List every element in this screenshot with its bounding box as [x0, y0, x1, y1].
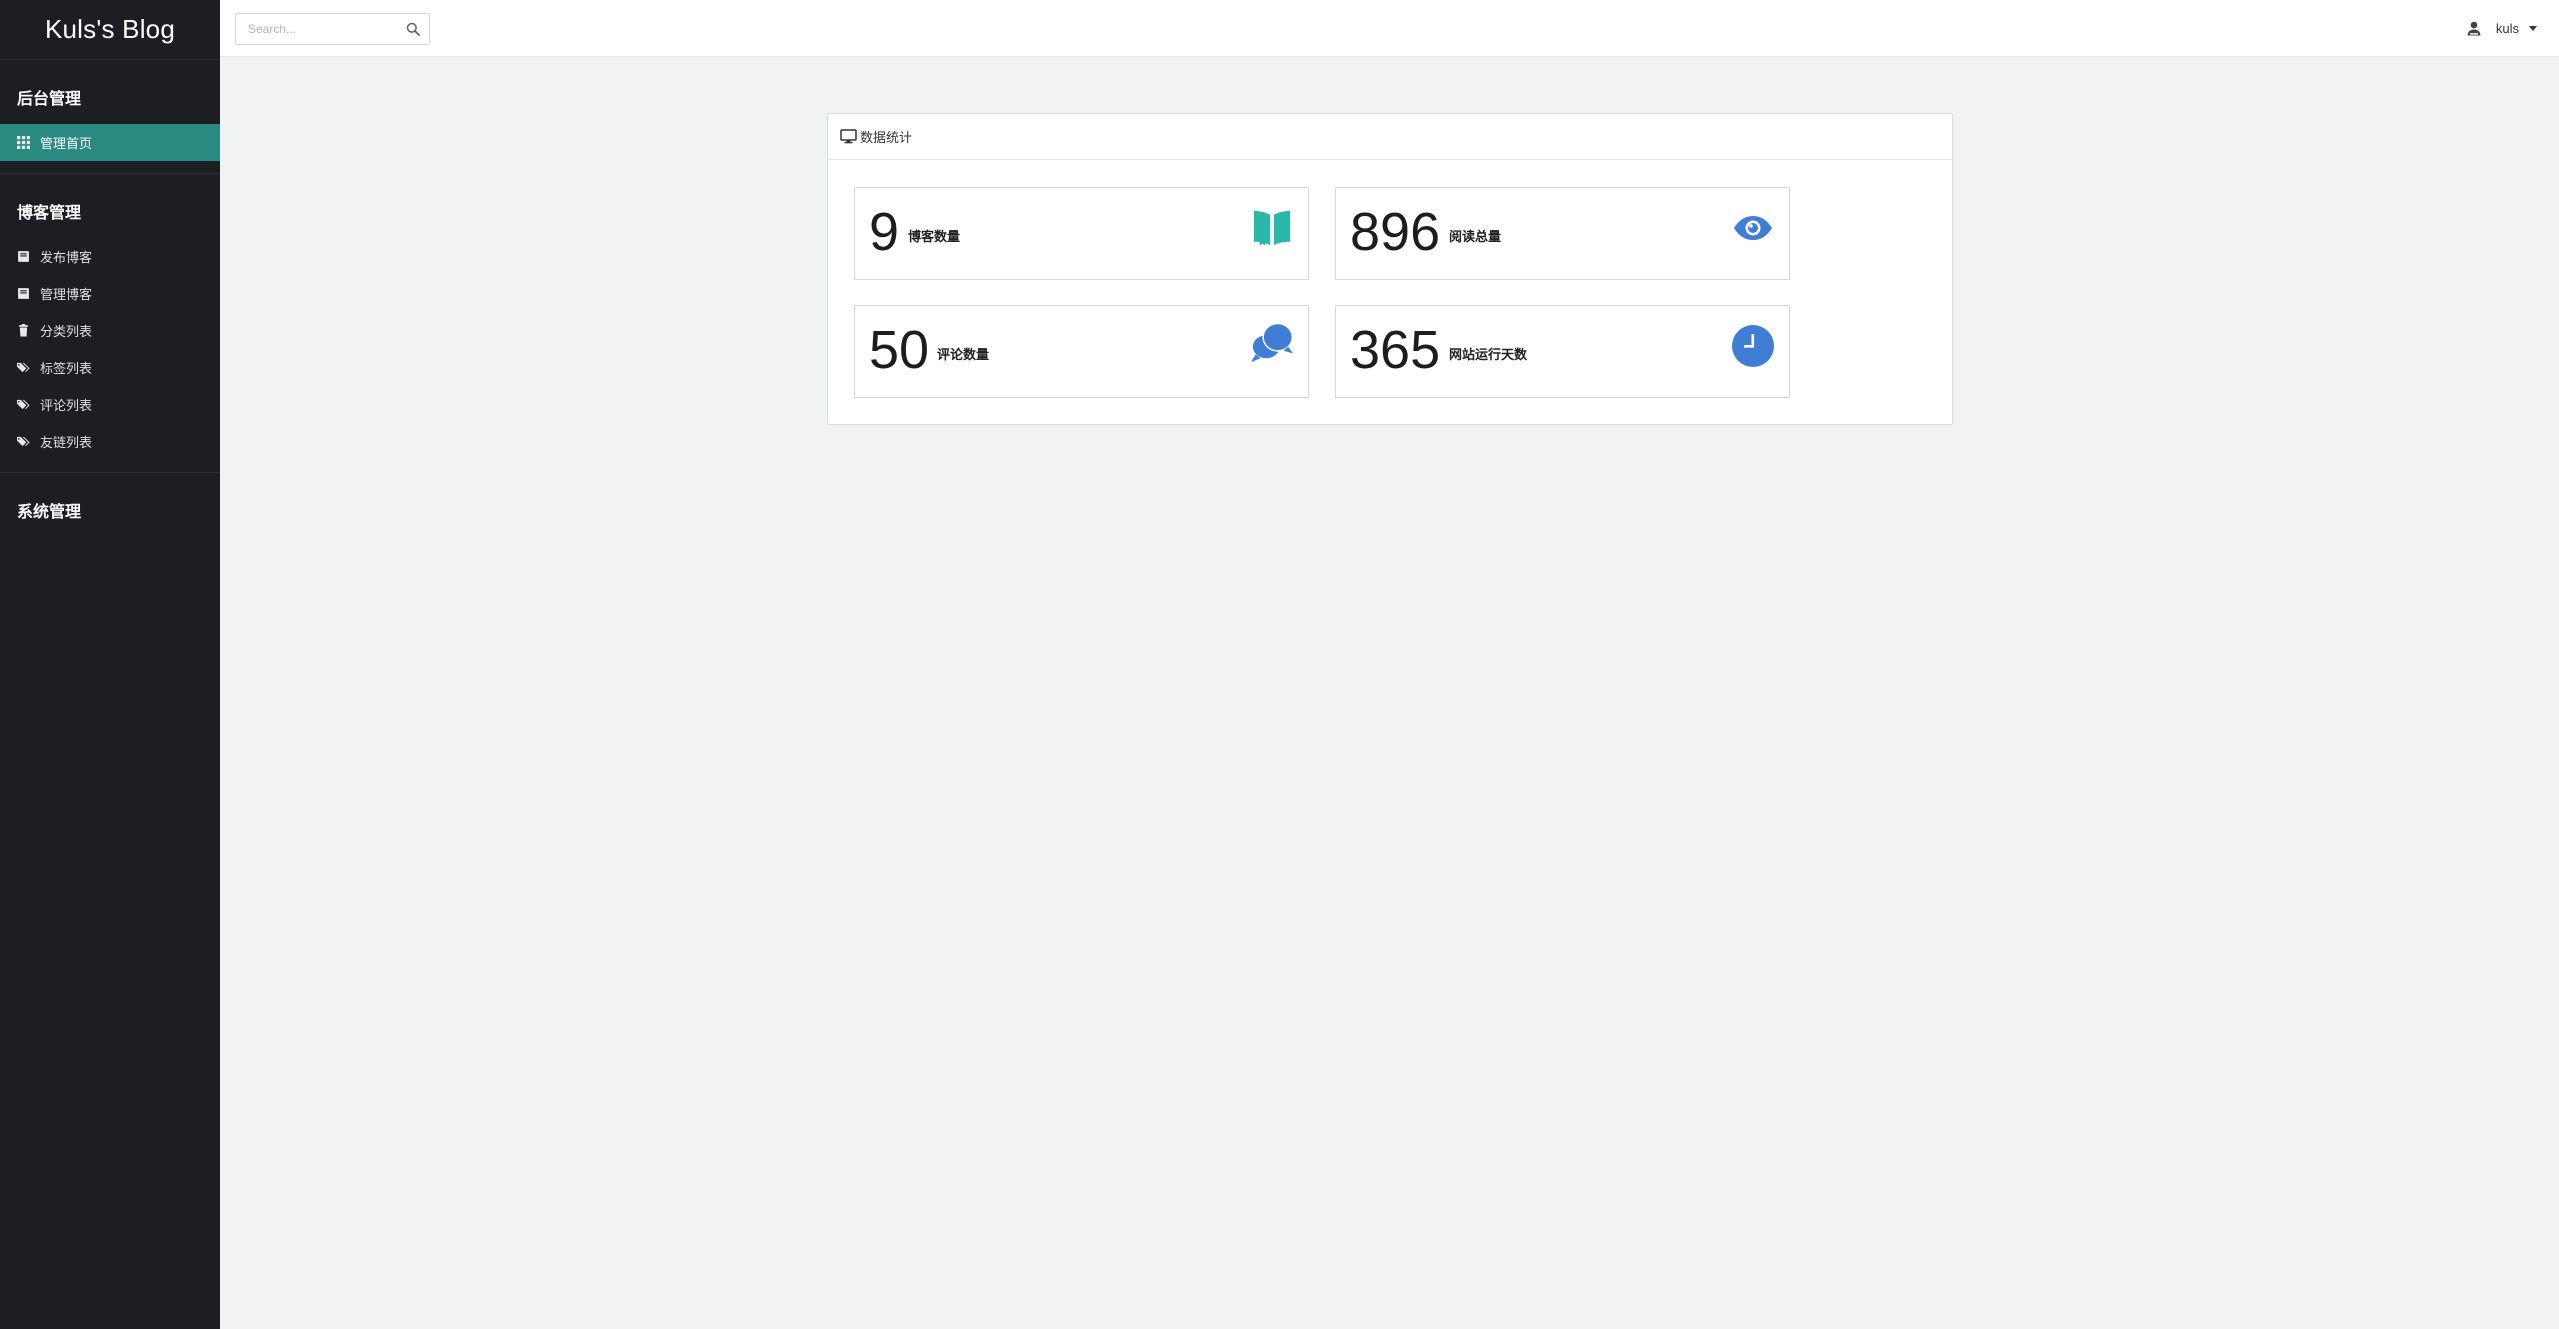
- sidebar-section-title[interactable]: 系统管理: [0, 503, 220, 523]
- stat-label: 博客数量: [908, 229, 961, 244]
- trash-icon: [16, 324, 30, 338]
- sidebar-item-friend-links[interactable]: 友链列表: [0, 423, 220, 460]
- sidebar-item-dashboard[interactable]: 管理首页: [0, 124, 220, 161]
- topbar: kuls: [220, 0, 2559, 57]
- eye-icon: [1731, 206, 1775, 250]
- sidebar-item-label: 分类列表: [40, 324, 93, 339]
- tags-icon: [16, 398, 30, 412]
- search-icon[interactable]: [406, 22, 420, 36]
- sidebar-item-tags[interactable]: 标签列表: [0, 349, 220, 386]
- sidebar: Kuls's Blog 后台管理 管理首页 博客管理 发布博客 管理博客 分类列…: [0, 0, 220, 1329]
- sidebar-item-publish-blog[interactable]: 发布博客: [0, 238, 220, 275]
- sidebar-section-title: 博客管理: [17, 205, 82, 222]
- sidebar-item-comments[interactable]: 评论列表: [0, 386, 220, 423]
- open-book-icon: [1250, 206, 1294, 250]
- sidebar-item-label: 管理首页: [40, 136, 93, 151]
- sidebar-item-label: 标签列表: [40, 361, 93, 376]
- book-icon: [16, 287, 30, 301]
- panel-header: 数据统计: [828, 114, 1952, 160]
- stat-value: 365: [1350, 320, 1441, 380]
- user-name: kuls: [2495, 20, 2519, 36]
- sidebar-section-blog: 博客管理 发布博客 管理博客 分类列表 标签列表 评论列表 友链列表: [0, 174, 220, 473]
- clock-icon: [1731, 324, 1775, 368]
- panel-title: 数据统计: [860, 130, 913, 145]
- search-input[interactable]: [236, 14, 396, 44]
- sidebar-item-categories[interactable]: 分类列表: [0, 312, 220, 349]
- sidebar-item-manage-blog[interactable]: 管理博客: [0, 275, 220, 312]
- stat-label: 网站运行天数: [1449, 347, 1528, 362]
- user-menu[interactable]: kuls: [2466, 17, 2537, 39]
- sidebar-item-label: 友链列表: [40, 435, 93, 450]
- stat-value: 896: [1350, 202, 1441, 262]
- stat-label: 阅读总量: [1449, 229, 1502, 244]
- sidebar-item-label: 发布博客: [40, 250, 93, 265]
- tags-icon: [16, 361, 30, 375]
- user-icon: [2467, 21, 2481, 36]
- sidebar-item-label: 管理博客: [40, 287, 93, 302]
- sidebar-section-title: 后台管理: [17, 91, 82, 108]
- stat-card-read-total: 896 阅读总量: [1335, 187, 1790, 280]
- brand-title[interactable]: Kuls's Blog: [0, 0, 220, 60]
- sidebar-section-admin: 后台管理 管理首页: [0, 60, 220, 174]
- chat-bubbles-icon: [1250, 320, 1294, 364]
- search-box: [235, 13, 430, 45]
- stat-value: 50: [869, 320, 930, 380]
- grid-icon: [16, 136, 30, 150]
- sidebar-item-label: 评论列表: [40, 398, 93, 413]
- stat-card-site-days: 365 网站运行天数: [1335, 305, 1790, 398]
- stat-label: 评论数量: [937, 347, 990, 362]
- book-icon: [16, 250, 30, 264]
- sidebar-section-system: 系统管理: [0, 473, 220, 549]
- monitor-icon: [840, 129, 857, 144]
- stat-card-blog-count: 9 博客数量: [854, 187, 1309, 280]
- tags-icon: [16, 435, 30, 449]
- stat-value: 9: [869, 202, 900, 262]
- stat-card-comment-count: 50 评论数量: [854, 305, 1309, 398]
- chevron-down-icon: [2529, 25, 2537, 31]
- stats-panel: 数据统计 9 博客数量 896 阅读总量 50 评论数量 365 网站运行天数: [827, 113, 1953, 425]
